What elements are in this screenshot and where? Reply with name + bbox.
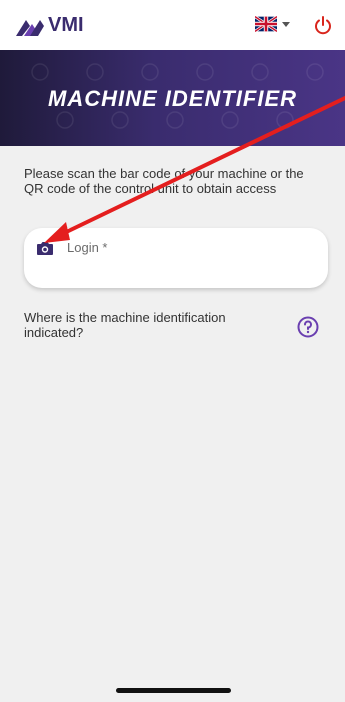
login-input[interactable]: Login * [24,228,328,288]
uk-flag-icon [255,16,277,32]
page-title: MACHINE IDENTIFIER [48,86,297,111]
power-icon[interactable] [313,15,333,35]
main-content: Please scan the bar code of your machine… [0,146,345,702]
language-selector[interactable] [255,16,291,32]
page-header-banner: MACHINE IDENTIFIER [0,50,345,146]
home-indicator [116,688,231,693]
logo-text: VMI [48,14,84,36]
vmi-logo: VMI [16,14,84,37]
scan-instruction: Please scan the bar code of your machine… [24,166,304,196]
top-app-bar: VMI [0,0,345,50]
chevron-down-icon [282,22,290,27]
machine-id-help-text[interactable]: Where is the machine identification indi… [24,310,274,340]
help-circle-icon[interactable] [297,316,319,338]
login-label: Login * [67,240,108,255]
camera-icon[interactable] [36,240,54,256]
vmi-logo-icon [16,19,44,36]
